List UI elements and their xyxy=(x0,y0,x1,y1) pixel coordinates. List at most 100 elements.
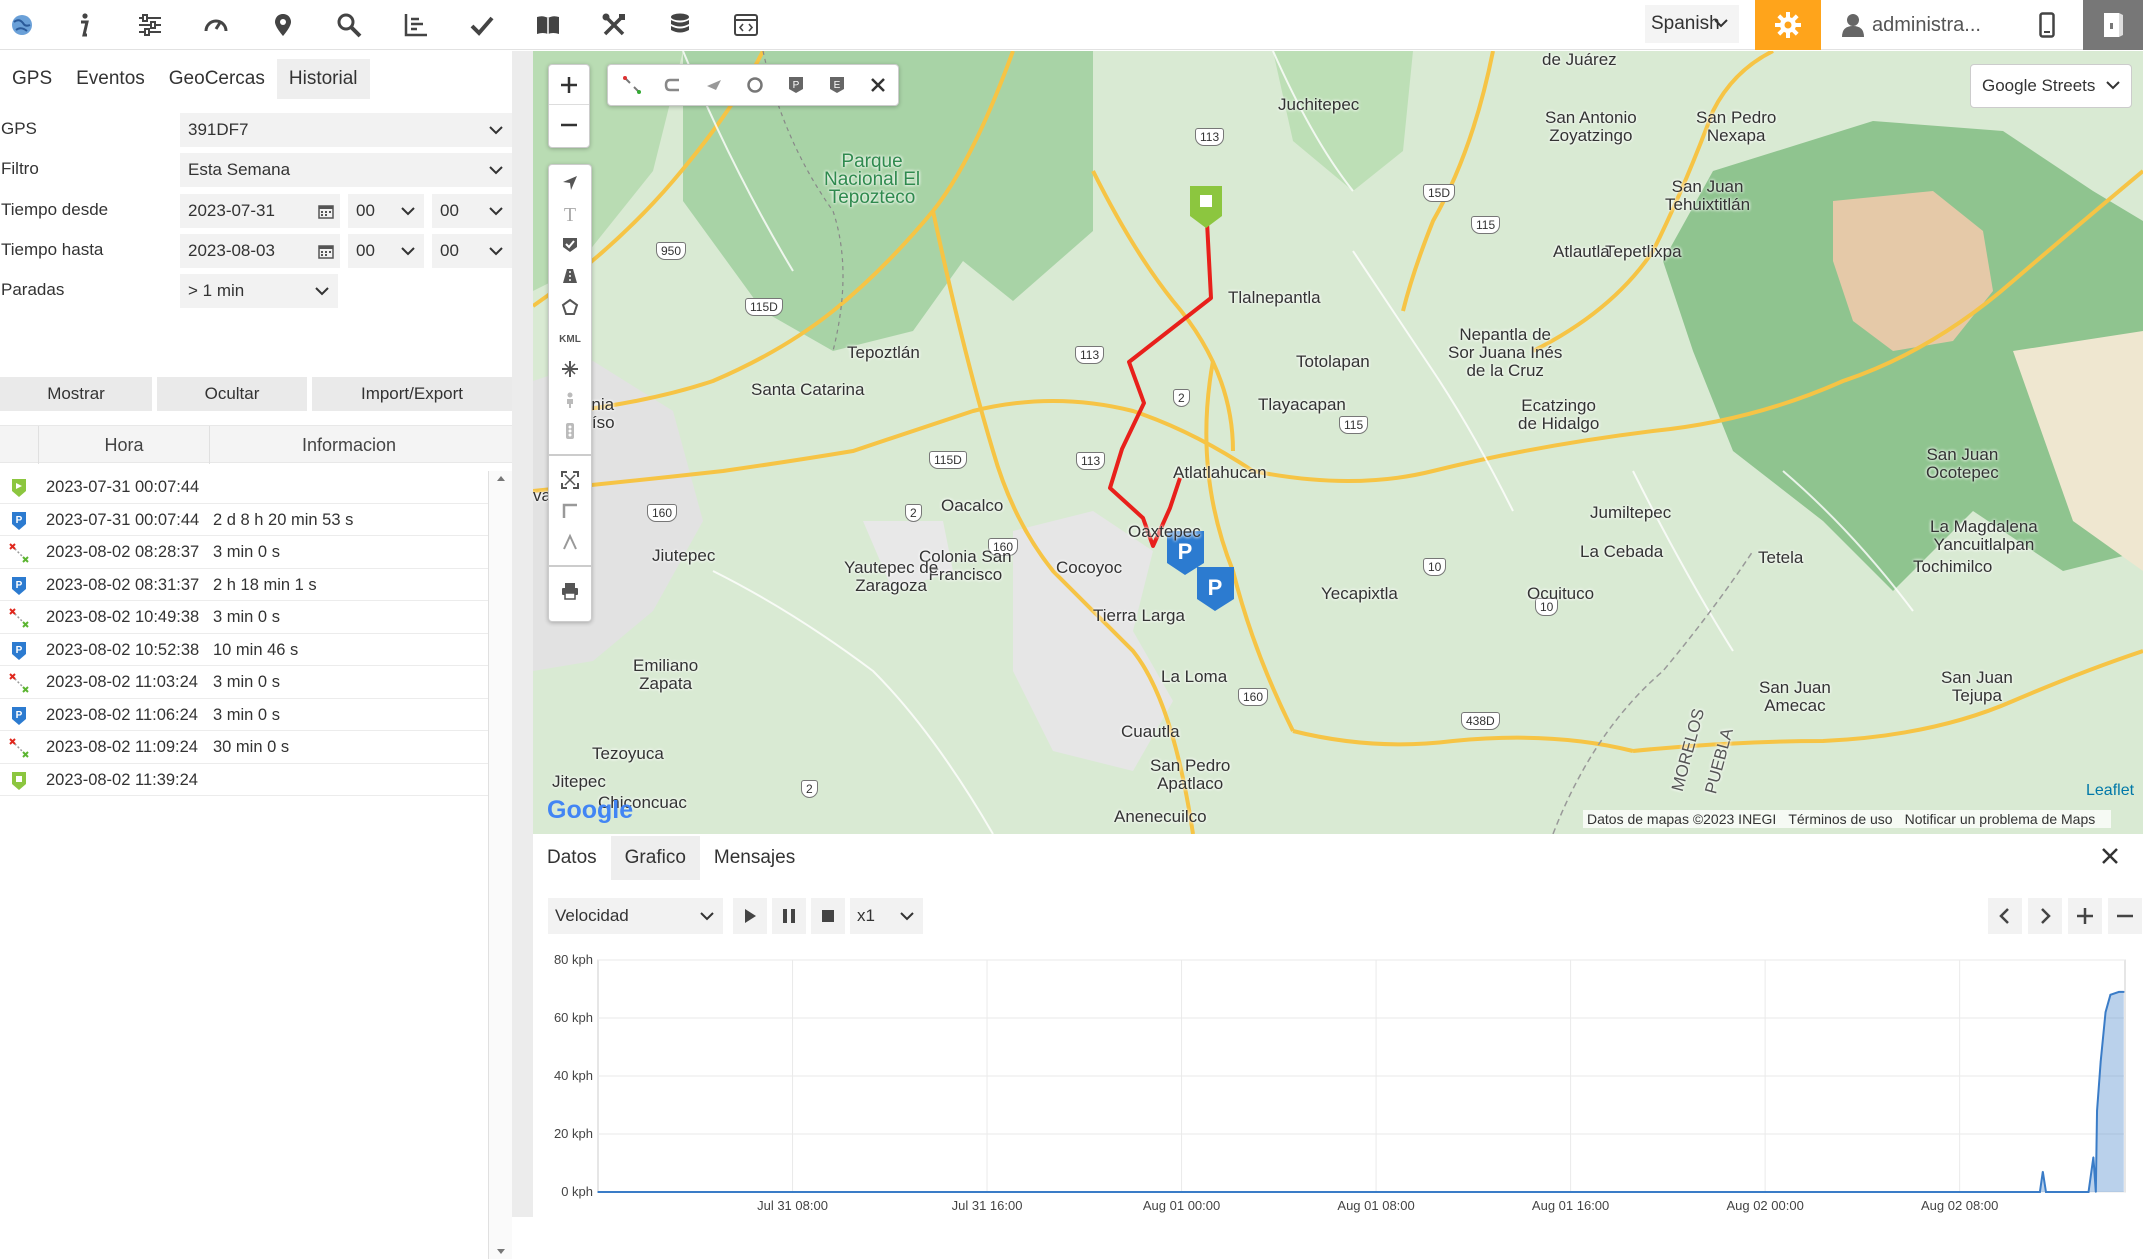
sliders-icon[interactable] xyxy=(128,0,172,50)
metric-select[interactable]: Velocidad xyxy=(548,898,723,934)
tab-geocercas[interactable]: GeoCercas xyxy=(157,59,277,99)
hide-button[interactable]: Ocultar xyxy=(157,377,307,411)
report-problem-link[interactable]: Notificar un problema de Maps xyxy=(1905,811,2096,827)
print-icon[interactable] xyxy=(549,575,591,606)
zoom-in-graph-button[interactable] xyxy=(2068,898,2102,934)
history-row[interactable]: P 2023-08-02 08:31:37 2 h 18 min 1 s xyxy=(0,569,488,601)
select-area-icon[interactable] xyxy=(612,76,653,94)
history-row[interactable]: 2023-08-02 11:09:24 30 min 0 s xyxy=(0,731,488,764)
book-icon[interactable] xyxy=(526,0,570,50)
parking-marker-icon[interactable]: P xyxy=(775,76,816,94)
tab-grafico[interactable]: Grafico xyxy=(610,836,700,880)
tab-historial[interactable]: Historial xyxy=(276,59,370,99)
code-icon[interactable] xyxy=(724,0,768,50)
user-menu[interactable]: administra... xyxy=(1842,0,1997,50)
stops-select[interactable]: > 1 min xyxy=(180,274,338,308)
speed-chart[interactable]: 0 kph 20 kph 40 kph 60 kph 80 kph Jul 31 08:0… xyxy=(533,944,2143,1217)
close-icon[interactable] xyxy=(857,77,898,93)
panel-splitter[interactable] xyxy=(512,51,533,1217)
zoom-in-button[interactable] xyxy=(549,65,589,105)
metric-value: Velocidad xyxy=(555,906,629,925)
shield-icon[interactable] xyxy=(549,229,591,260)
pan-cross-icon[interactable] xyxy=(549,353,591,384)
tools-icon[interactable] xyxy=(592,0,636,50)
event-marker-icon[interactable]: E xyxy=(816,76,857,94)
filter-label: Filtro xyxy=(1,159,39,178)
kml-icon[interactable]: KML xyxy=(549,322,591,353)
polygon-icon[interactable] xyxy=(549,291,591,322)
settings-button[interactable] xyxy=(1755,0,1821,50)
tab-gps[interactable]: GPS xyxy=(0,59,64,99)
history-row[interactable]: P 2023-08-02 11:06:24 3 min 0 s xyxy=(0,699,488,731)
history-row[interactable]: P 2023-07-31 00:07:44 2 d 8 h 20 min 53 s xyxy=(0,504,488,536)
fullscreen-icon[interactable] xyxy=(549,464,591,495)
column-hora[interactable]: Hora xyxy=(38,426,210,464)
coins-icon[interactable] xyxy=(658,0,702,50)
next-button[interactable] xyxy=(2028,898,2062,934)
gps-select[interactable]: 391DF7 xyxy=(180,113,512,147)
circle-icon[interactable] xyxy=(735,76,776,94)
bottom-panel: Datos Grafico Mensajes Velocidad x1 0 kp… xyxy=(533,834,2143,1217)
zoom-out-graph-button[interactable] xyxy=(2108,898,2142,934)
history-row[interactable]: 2023-07-31 00:07:44 xyxy=(0,471,488,504)
speed-factor-select[interactable]: x1 xyxy=(850,898,923,934)
history-row[interactable]: 2023-08-02 08:28:37 3 min 0 s xyxy=(0,536,488,569)
history-row[interactable]: 2023-08-02 11:39:24 xyxy=(0,764,488,796)
time-from-hour-select[interactable]: 00 xyxy=(348,194,424,228)
history-row[interactable]: 2023-08-02 10:49:38 3 min 0 s xyxy=(0,601,488,634)
mobile-button[interactable] xyxy=(2025,0,2069,50)
draw-toolbar: P E xyxy=(607,64,899,106)
ruler-icon[interactable] xyxy=(549,495,591,526)
gauge-icon[interactable] xyxy=(194,0,238,50)
play-button[interactable] xyxy=(733,898,767,934)
polyline-icon[interactable] xyxy=(653,76,694,94)
search-icon[interactable] xyxy=(327,0,371,50)
time-from-date-input[interactable]: 2023-07-31 xyxy=(180,194,340,228)
navigate-icon[interactable] xyxy=(549,167,591,198)
close-icon[interactable] xyxy=(2100,846,2120,866)
info-icon[interactable] xyxy=(62,0,106,50)
check-icon[interactable] xyxy=(460,0,504,50)
map-view[interactable]: P P 113 15D 115 950 115D 113 2 115D 113 115 2 160 16… xyxy=(533,51,2143,834)
filter-value: Esta Semana xyxy=(188,160,291,179)
filter-select[interactable]: Esta Semana xyxy=(180,153,512,187)
x-tick-label: Aug 01 16:00 xyxy=(1532,1198,1609,1213)
terms-link[interactable]: Términos de uso xyxy=(1788,811,1892,827)
previous-button[interactable] xyxy=(1988,898,2022,934)
history-row[interactable]: 2023-08-02 11:03:24 3 min 0 s xyxy=(0,666,488,699)
place-label: Tepetlixpa xyxy=(1605,242,1682,261)
leaflet-link[interactable]: Leaflet xyxy=(2086,782,2134,800)
tab-mensajes[interactable]: Mensajes xyxy=(700,836,809,880)
table-scrollbar[interactable] xyxy=(488,471,512,1259)
logout-button[interactable] xyxy=(2083,0,2143,50)
zoom-out-button[interactable] xyxy=(549,105,589,145)
column-informacion[interactable]: Informacion xyxy=(210,426,488,464)
road-icon[interactable] xyxy=(549,260,591,291)
arrow-icon[interactable] xyxy=(694,76,735,94)
stop-button[interactable] xyxy=(811,898,845,934)
time-from-minute-select[interactable]: 00 xyxy=(432,194,512,228)
time-to-minute-select[interactable]: 00 xyxy=(432,234,512,268)
bottom-tabs: Datos Grafico Mensajes xyxy=(533,836,809,880)
time-to-date-input[interactable]: 2023-08-03 xyxy=(180,234,340,268)
pause-button[interactable] xyxy=(772,898,806,934)
chevron-down-icon xyxy=(899,907,915,925)
text-icon[interactable]: T xyxy=(549,198,591,229)
speed-point xyxy=(2109,994,2112,996)
import-export-button[interactable]: Import/Export xyxy=(312,377,512,411)
time-to-hour-select[interactable]: 00 xyxy=(348,234,424,268)
person-icon[interactable] xyxy=(549,384,591,415)
zoom-control xyxy=(548,64,590,148)
show-button[interactable]: Mostrar xyxy=(0,377,152,411)
map-layer-select[interactable]: Google Streets xyxy=(1970,64,2132,108)
angle-icon[interactable] xyxy=(549,526,591,557)
language-select[interactable]: Spanish xyxy=(1645,5,1739,43)
chart-icon[interactable] xyxy=(394,0,438,50)
map-canvas[interactable]: P P xyxy=(533,51,2143,834)
globe-icon[interactable] xyxy=(0,0,44,50)
map-pin-icon[interactable] xyxy=(261,0,305,50)
traffic-icon[interactable] xyxy=(549,415,591,446)
tab-eventos[interactable]: Eventos xyxy=(64,59,157,99)
history-row[interactable]: P 2023-08-02 10:52:38 10 min 46 s xyxy=(0,634,488,666)
tab-datos[interactable]: Datos xyxy=(533,836,611,880)
